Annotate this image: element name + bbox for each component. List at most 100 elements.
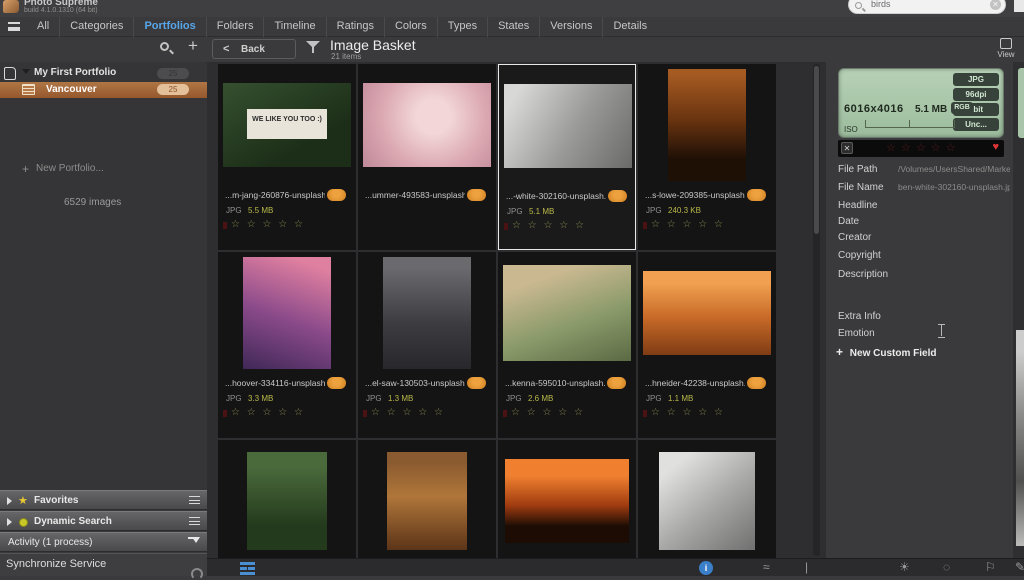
lasso-icon[interactable]: ◌	[943, 560, 950, 574]
grid-cell[interactable]: ...el-saw-130503-unsplash.... JPG 1.3 MB…	[358, 252, 496, 438]
new-portfolio-button[interactable]: + New Portfolio...	[36, 163, 104, 174]
tab-all[interactable]: All	[27, 17, 59, 37]
grid-cell[interactable]: ...kenna-595010-unsplash.jpg JPG 2.6 MB …	[498, 252, 636, 438]
tab-details[interactable]: Details	[602, 17, 657, 37]
thumbnail-image[interactable]	[383, 257, 471, 369]
star-rating[interactable]: ☆ ☆ ☆ ☆ ☆	[218, 219, 356, 233]
info-icon[interactable]: i	[699, 561, 713, 575]
tab-colors[interactable]: Colors	[384, 17, 437, 37]
thumbnail-image[interactable]: WE LIKE YOU TOO :)	[223, 83, 351, 167]
status-badge-icon[interactable]	[467, 189, 486, 201]
favorite-heart-icon[interactable]: ♥	[992, 141, 999, 153]
grid-cell[interactable]: ...hneider-42238-unsplash.jpg JPG 1.1 MB…	[638, 252, 776, 438]
field-creator[interactable]: Creator	[838, 232, 1013, 248]
thumbnail-image[interactable]	[659, 452, 755, 550]
thumbnail-image[interactable]	[247, 452, 327, 550]
field-description[interactable]: Description	[838, 269, 1013, 285]
search-adjacent-button[interactable]	[1014, 0, 1024, 12]
sidebar-section-favorites[interactable]: ★ Favorites	[0, 490, 207, 510]
thumbnail-image[interactable]	[503, 265, 631, 361]
tab-ratings[interactable]: Ratings	[326, 17, 384, 37]
new-custom-field-button[interactable]: + New Custom Field	[836, 345, 936, 359]
expander-icon[interactable]	[22, 69, 30, 74]
filter-icon[interactable]	[306, 41, 320, 54]
vertical-scrollbar[interactable]	[813, 64, 820, 556]
grid-cell[interactable]: WE LIKE YOU TOO :) ...m-jang-260876-unsp…	[218, 64, 356, 250]
tab-folders[interactable]: Folders	[206, 17, 264, 37]
thumbnail-image[interactable]	[504, 84, 632, 168]
menu-icon[interactable]	[8, 22, 20, 31]
signature-tool-icon[interactable]: ≈	[763, 560, 770, 574]
star-rating[interactable]: ☆ ☆ ☆ ☆ ☆	[638, 407, 776, 421]
status-badge-icon[interactable]	[607, 377, 626, 389]
thumbnail-image[interactable]	[505, 459, 629, 543]
section-menu-icon[interactable]	[189, 517, 200, 525]
tab-versions[interactable]: Versions	[539, 17, 602, 37]
status-badge-icon[interactable]	[327, 189, 346, 201]
status-badge-icon[interactable]	[608, 190, 627, 202]
file-size: 5.1 MB	[529, 207, 554, 216]
field-file-name[interactable]: File Name ben-white-302160-unsplash.jpg	[838, 182, 1013, 198]
grid-cell[interactable]: ...ummer-493583-unsplash....	[358, 64, 496, 250]
portfolio-item-vancouver[interactable]: Vancouver 25	[0, 82, 207, 98]
grid-cell[interactable]: ...s-lowe-209385-unsplash.j... JPG 240.3…	[638, 64, 776, 250]
portfolio-root-item[interactable]: My First Portfolio 25	[0, 66, 207, 82]
back-button[interactable]: < Back	[212, 39, 296, 59]
effects-icon[interactable]: ☀	[899, 560, 910, 574]
field-headline[interactable]: Headline	[838, 200, 1013, 216]
add-portfolio-icon[interactable]: +	[188, 36, 198, 56]
grid-cell[interactable]: ...iah-falke-70406-unsplash...	[358, 440, 496, 558]
file-size: 5.5 MB	[248, 206, 273, 215]
sidebar-section-sync[interactable]: Synchronize Service	[0, 553, 207, 576]
thumbnail-image[interactable]	[243, 257, 331, 369]
section-menu-icon[interactable]	[189, 496, 200, 504]
field-copyright[interactable]: Copyright	[838, 250, 1013, 266]
global-search-input[interactable]: birds ✕	[848, 0, 1006, 14]
clear-search-icon[interactable]: ✕	[990, 0, 1001, 10]
color-label-icon	[223, 222, 227, 229]
tab-categories[interactable]: Categories	[59, 17, 133, 37]
grid-cell[interactable]: ...hoover-334116-unsplash.... JPG 3.3 MB…	[218, 252, 356, 438]
field-date[interactable]: Date	[838, 216, 1013, 232]
thumbnail-image[interactable]	[387, 452, 467, 550]
thumbnail-image[interactable]	[363, 83, 491, 167]
grid-cell[interactable]: ...eller-449278-unsplash...	[638, 440, 776, 558]
thumbnail-image[interactable]	[643, 271, 771, 355]
compression-badge: Unc...	[953, 118, 999, 131]
star-rating[interactable]: ☆ ☆ ☆ ☆ ☆	[499, 220, 637, 234]
expand-arrow-icon[interactable]	[7, 518, 12, 526]
pencil-icon[interactable]: ✎	[1015, 560, 1024, 574]
tab-types[interactable]: Types	[437, 17, 487, 37]
flag-icon[interactable]: ⚐	[985, 560, 996, 574]
tab-portfolios[interactable]: Portfolios	[133, 17, 205, 37]
scrollbar-thumb[interactable]	[814, 66, 819, 234]
star-rating[interactable]: ☆ ☆ ☆ ☆ ☆	[638, 219, 776, 233]
grid-cell-selected[interactable]: ...-white-302160-unsplash.jpg JPG 5.1 MB…	[498, 64, 636, 250]
portfolio-search-icon[interactable]	[160, 42, 173, 55]
sidebar-section-dynamic-search[interactable]: Dynamic Search	[0, 511, 207, 531]
back-chevron-icon: <	[223, 43, 229, 55]
close-icon[interactable]: ✕	[841, 142, 853, 154]
sidebar-section-activity[interactable]: Activity (1 process)	[0, 532, 207, 552]
field-extra-info[interactable]: Extra Info	[838, 311, 881, 322]
grid-cell[interactable]: ...auren-587051-unsplash.j...	[218, 440, 356, 558]
status-badge-icon[interactable]	[747, 377, 766, 389]
view-button[interactable]: View	[993, 38, 1019, 62]
status-badge-icon[interactable]	[747, 189, 766, 201]
status-badge-icon[interactable]	[327, 377, 346, 389]
status-badge-icon[interactable]	[467, 377, 486, 389]
star-rating[interactable]: ☆ ☆ ☆ ☆ ☆	[358, 407, 496, 421]
star-rating[interactable]: ☆ ☆ ☆ ☆ ☆	[886, 141, 957, 154]
grid-view-icon[interactable]	[240, 562, 255, 574]
field-emotion[interactable]: Emotion	[838, 328, 875, 339]
field-file-path[interactable]: File Path /Volumes/UsersShared/Marketing…	[838, 164, 1013, 180]
sub-toolbar: + < Back Image Basket 21 items View	[0, 37, 1024, 62]
expand-arrow-icon[interactable]	[7, 497, 12, 505]
star-rating[interactable]: ☆ ☆ ☆ ☆ ☆	[498, 407, 636, 421]
star-rating[interactable]: ☆ ☆ ☆ ☆ ☆	[218, 407, 356, 421]
grid-cell[interactable]: ...aman-286866-unsplash...	[498, 440, 636, 558]
tab-states[interactable]: States	[487, 17, 539, 37]
thumbnail-image[interactable]	[668, 69, 746, 181]
activity-download-icon[interactable]	[188, 537, 199, 548]
tab-timeline[interactable]: Timeline	[263, 17, 325, 37]
